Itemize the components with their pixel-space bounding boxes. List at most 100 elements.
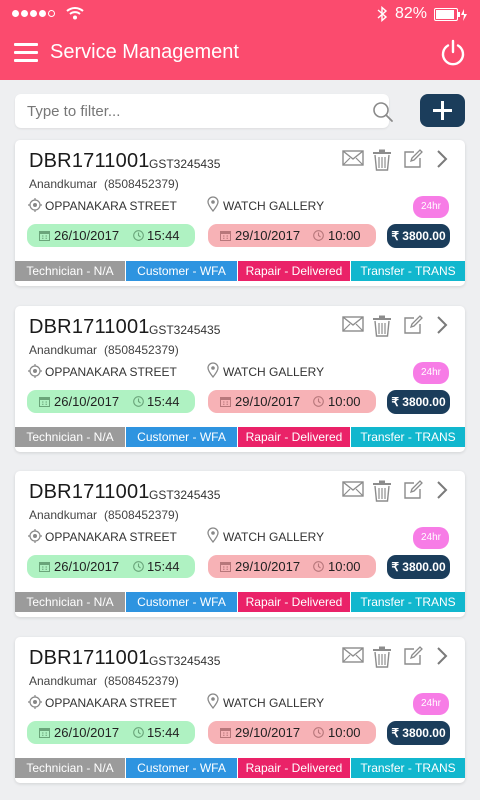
transfer-status: Transfer - TRANS xyxy=(351,592,465,612)
customer-status: Customer - WFA xyxy=(126,261,238,281)
customer-name: Anandkumar xyxy=(29,343,98,357)
gst-number: GST3245435 xyxy=(149,654,221,668)
customer-status: Customer - WFA xyxy=(126,592,238,612)
chevron-right-icon[interactable] xyxy=(435,149,449,169)
clock-icon xyxy=(313,230,324,241)
trash-icon[interactable] xyxy=(372,480,392,502)
street-address: OPPANAKARA STREET xyxy=(45,199,177,213)
calendar-icon xyxy=(220,728,231,738)
end-datetime: 29/10/2017 10:00 xyxy=(208,224,376,247)
customer-phone: (8508452379) xyxy=(104,674,179,688)
start-datetime: 26/10/2017 15:44 xyxy=(27,224,195,247)
app-bar: 82% Service Management xyxy=(0,0,480,80)
gst-number: GST3245435 xyxy=(149,488,221,502)
map-pin-icon xyxy=(207,693,219,709)
status-strip: Technician - N/A Customer - WFA Rapair -… xyxy=(15,261,465,281)
battery-icon xyxy=(434,8,467,21)
customer-name: Anandkumar xyxy=(29,177,98,191)
customer-name: Anandkumar xyxy=(29,508,98,522)
customer-phone: (8508452379) xyxy=(104,508,179,522)
location-target-icon xyxy=(28,364,42,378)
clock-icon xyxy=(313,561,324,572)
service-card[interactable]: DBR1711001 GST3245435 Anandkumar (850845… xyxy=(15,306,465,452)
chevron-right-icon[interactable] xyxy=(435,315,449,335)
service-id: DBR1711001 xyxy=(29,316,150,338)
chevron-right-icon[interactable] xyxy=(435,646,449,666)
sla-badge: 24hr xyxy=(413,693,449,715)
page-title: Service Management xyxy=(50,41,239,63)
calendar-icon xyxy=(39,397,50,407)
service-card[interactable]: DBR1711001 GST3245435 Anandkumar (850845… xyxy=(15,471,465,617)
transfer-status: Transfer - TRANS xyxy=(351,427,465,447)
end-date: 29/10/2017 xyxy=(235,394,301,409)
edit-icon[interactable] xyxy=(403,480,423,500)
end-datetime: 29/10/2017 10:00 xyxy=(208,721,376,744)
add-button[interactable] xyxy=(420,94,465,127)
technician-status: Technician - N/A xyxy=(15,758,126,778)
location-target-icon xyxy=(28,198,42,212)
status-strip: Technician - N/A Customer - WFA Rapair -… xyxy=(15,592,465,612)
start-time: 15:44 xyxy=(147,394,180,409)
repair-status: Rapair - Delivered xyxy=(238,592,351,612)
trash-icon[interactable] xyxy=(372,646,392,668)
start-date: 26/10/2017 xyxy=(54,394,120,409)
location-target-icon xyxy=(28,529,42,543)
gst-number: GST3245435 xyxy=(149,157,221,171)
start-time: 15:44 xyxy=(147,559,180,574)
edit-icon[interactable] xyxy=(403,149,423,169)
end-time: 10:00 xyxy=(328,394,361,409)
calendar-icon xyxy=(220,231,231,241)
mail-icon[interactable] xyxy=(342,480,364,498)
technician-status: Technician - N/A xyxy=(15,592,126,612)
bluetooth-icon xyxy=(377,6,388,22)
store-name: WATCH GALLERY xyxy=(223,530,325,544)
edit-icon[interactable] xyxy=(403,315,423,335)
power-icon[interactable] xyxy=(439,39,467,67)
start-date: 26/10/2017 xyxy=(54,559,120,574)
transfer-status: Transfer - TRANS xyxy=(351,758,465,778)
street-address: OPPANAKARA STREET xyxy=(45,696,177,710)
filter-input[interactable] xyxy=(15,94,355,128)
wifi-icon xyxy=(66,7,84,20)
service-id: DBR1711001 xyxy=(29,150,150,172)
start-date: 26/10/2017 xyxy=(54,228,120,243)
trash-icon[interactable] xyxy=(372,149,392,171)
end-date: 29/10/2017 xyxy=(235,725,301,740)
end-datetime: 29/10/2017 10:00 xyxy=(208,555,376,578)
clock-icon xyxy=(133,396,144,407)
store-name: WATCH GALLERY xyxy=(223,696,325,710)
clock-icon xyxy=(133,230,144,241)
status-strip: Technician - N/A Customer - WFA Rapair -… xyxy=(15,758,465,778)
repair-status: Rapair - Delivered xyxy=(238,261,351,281)
service-id: DBR1711001 xyxy=(29,647,150,669)
service-card[interactable]: DBR1711001 GST3245435 Anandkumar (850845… xyxy=(15,140,465,286)
sla-badge: 24hr xyxy=(413,362,449,384)
hamburger-menu-icon[interactable] xyxy=(14,43,38,63)
mail-icon[interactable] xyxy=(342,646,364,664)
technician-status: Technician - N/A xyxy=(15,427,126,447)
service-card[interactable]: DBR1711001 GST3245435 Anandkumar (850845… xyxy=(15,637,465,783)
price-badge: ₹ 3800.00 xyxy=(387,721,450,745)
street-address: OPPANAKARA STREET xyxy=(45,365,177,379)
store-name: WATCH GALLERY xyxy=(223,199,325,213)
status-strip: Technician - N/A Customer - WFA Rapair -… xyxy=(15,427,465,447)
status-bar: 82% xyxy=(0,0,480,28)
start-time: 15:44 xyxy=(147,725,180,740)
end-time: 10:00 xyxy=(328,228,361,243)
filter-box xyxy=(15,94,393,128)
start-datetime: 26/10/2017 15:44 xyxy=(27,721,195,744)
end-date: 29/10/2017 xyxy=(235,559,301,574)
edit-icon[interactable] xyxy=(403,646,423,666)
end-date: 29/10/2017 xyxy=(235,228,301,243)
calendar-icon xyxy=(39,728,50,738)
mail-icon[interactable] xyxy=(342,315,364,333)
mail-icon[interactable] xyxy=(342,149,364,167)
end-time: 10:00 xyxy=(328,559,361,574)
trash-icon[interactable] xyxy=(372,315,392,337)
store-name: WATCH GALLERY xyxy=(223,365,325,379)
search-icon[interactable] xyxy=(372,101,394,123)
start-datetime: 26/10/2017 15:44 xyxy=(27,555,195,578)
chevron-right-icon[interactable] xyxy=(435,480,449,500)
price-badge: ₹ 3800.00 xyxy=(387,390,450,414)
location-target-icon xyxy=(28,695,42,709)
